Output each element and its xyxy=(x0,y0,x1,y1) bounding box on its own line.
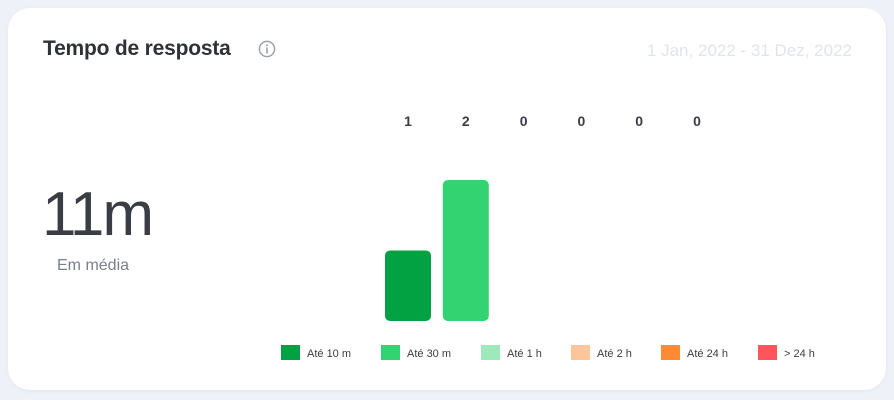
legend-item: Até 24 h xyxy=(661,345,728,360)
legend-swatch xyxy=(758,345,777,360)
response-time-chart: 1 2 0 0 0 0 Até 10 m Até 30 m Até 1 h Até 2 h Até … xyxy=(281,113,815,360)
legend-item: Até 30 m xyxy=(381,345,451,360)
bar-value-label: 2 xyxy=(462,113,470,129)
legend-swatch xyxy=(571,345,590,360)
bar[interactable] xyxy=(385,250,431,322)
legend-swatch xyxy=(281,345,300,360)
legend-label: Até 1 h xyxy=(507,348,542,360)
legend-item: > 24 h xyxy=(758,345,815,360)
bar-value-label: 0 xyxy=(635,113,643,129)
legend-swatch xyxy=(481,345,500,360)
legend-label: Até 30 m xyxy=(407,348,451,360)
legend-item: Até 1 h xyxy=(481,345,542,360)
legend-label: Até 10 m xyxy=(307,348,351,360)
legend-swatch xyxy=(661,345,680,360)
legend-label: Até 2 h xyxy=(597,348,632,360)
legend-item: Até 10 m xyxy=(281,345,351,360)
bar-value-label: 0 xyxy=(520,113,528,129)
response-time-card: Tempo de resposta 1 Jan, 2022 - 31 Dez, … xyxy=(8,8,886,390)
legend-label: > 24 h xyxy=(784,348,815,360)
bar[interactable] xyxy=(442,180,489,321)
legend-item: Até 2 h xyxy=(571,345,632,360)
legend-swatch xyxy=(381,345,400,360)
bar-value-label: 1 xyxy=(404,113,412,129)
legend-label: Até 24 h xyxy=(687,348,728,360)
bar-value-label: 0 xyxy=(578,113,586,129)
bar-value-label: 0 xyxy=(693,113,701,129)
